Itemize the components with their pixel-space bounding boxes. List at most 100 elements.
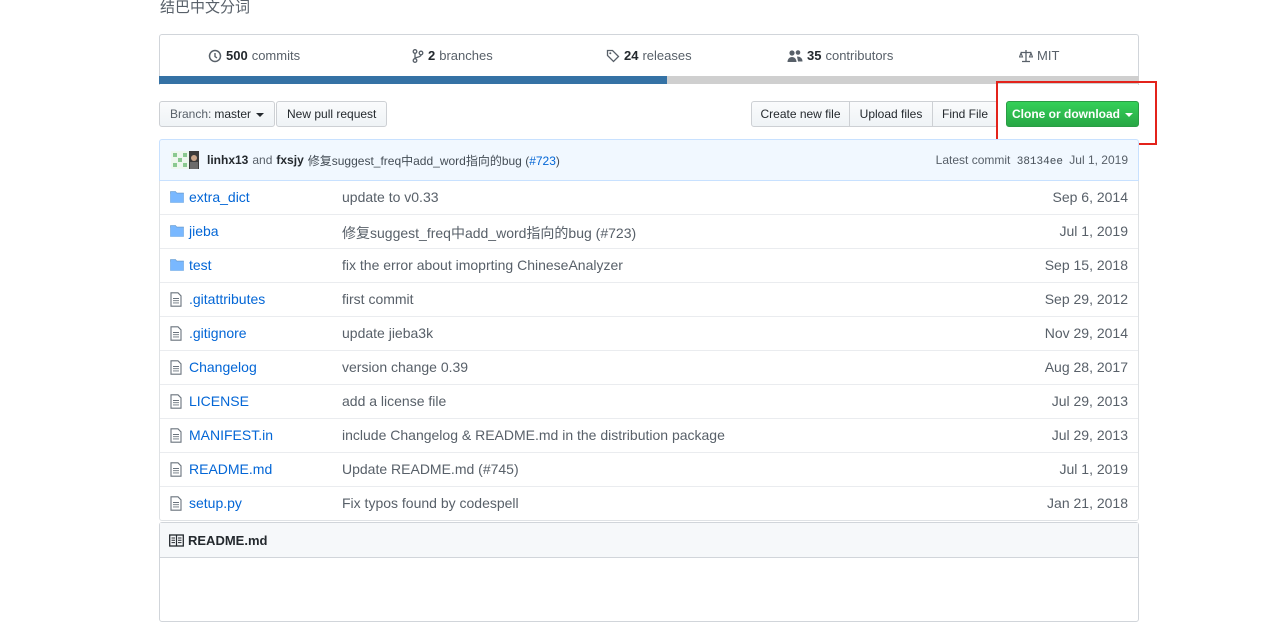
commit-coauthor-link[interactable]: fxsjy bbox=[276, 153, 303, 167]
commits-link[interactable]: 500 commits bbox=[208, 48, 300, 63]
file-row: LICENSE add a license file Jul 29, 2013 bbox=[160, 384, 1138, 418]
folder-icon bbox=[170, 190, 184, 206]
file-row: jieba 修复suggest_freq中add_word指向的bug (#723… bbox=[160, 214, 1138, 248]
file-name-link[interactable]: .gitattributes bbox=[189, 291, 265, 307]
releases-count: 24 bbox=[624, 48, 639, 63]
file-name-link[interactable]: .gitignore bbox=[189, 325, 247, 341]
license-label: MIT bbox=[1037, 48, 1060, 63]
avatar[interactable] bbox=[189, 151, 199, 169]
file-row: .gitignore update jieba3k Nov 29, 2014 bbox=[160, 316, 1138, 350]
file-age: Aug 28, 2017 bbox=[1044, 359, 1128, 375]
branch-select-button[interactable]: Branch: master bbox=[159, 101, 276, 127]
file-age: Jul 29, 2013 bbox=[1051, 427, 1128, 443]
file-commit-message-link[interactable]: version change 0.39 bbox=[342, 359, 468, 375]
commit-sha-link[interactable]: 38134ee bbox=[1017, 156, 1063, 168]
highlight-box bbox=[996, 81, 1157, 145]
branch-prefix: Branch: bbox=[170, 107, 212, 121]
file-name-link[interactable]: Changelog bbox=[189, 359, 257, 375]
avatar[interactable] bbox=[171, 151, 189, 169]
commit-message-text[interactable]: 修复suggest_freq中add_word指向的bug ( bbox=[308, 154, 529, 168]
file-commit-message-link[interactable]: Fix typos found by codespell bbox=[342, 495, 519, 511]
file-icon bbox=[170, 292, 182, 310]
language-bar-python bbox=[159, 76, 667, 84]
branch-icon bbox=[412, 48, 424, 63]
file-row: setup.py Fix typos found by codespell Jan … bbox=[160, 486, 1138, 520]
releases-link[interactable]: 24 releases bbox=[606, 48, 692, 63]
commit-message: 修复suggest_freq中add_word指向的bug (#723) bbox=[308, 152, 560, 169]
tag-icon bbox=[606, 49, 620, 62]
readme-header: README.md bbox=[160, 523, 1138, 558]
file-commit-message-link[interactable]: add a license file bbox=[342, 393, 446, 409]
file-row: .gitattributes first commit Sep 29, 2012 bbox=[160, 282, 1138, 316]
file-row: extra_dict update to v0.33 Sep 6, 2014 bbox=[160, 181, 1138, 214]
file-name-link[interactable]: MANIFEST.in bbox=[189, 427, 273, 443]
file-name-link[interactable]: setup.py bbox=[189, 495, 242, 511]
branches-count: 2 bbox=[428, 48, 436, 63]
latest-commit-info: Latest commit 38134ee Jul 1, 2019 bbox=[936, 153, 1128, 168]
chevron-down-icon bbox=[256, 112, 265, 117]
file-icon bbox=[170, 496, 182, 514]
upload-files-button[interactable]: Upload files bbox=[849, 101, 933, 127]
file-age: Jul 29, 2013 bbox=[1051, 393, 1128, 409]
file-age: Nov 29, 2014 bbox=[1044, 325, 1128, 341]
branch-name: master bbox=[214, 107, 252, 121]
commit-and-text: and bbox=[252, 153, 273, 167]
file-row: MANIFEST.in include Changelog & README.md… bbox=[160, 418, 1138, 452]
history-icon bbox=[208, 49, 222, 62]
file-icon bbox=[170, 360, 182, 378]
folder-icon bbox=[170, 258, 184, 274]
latest-commit-bar: linhx13 and fxsjy 修复suggest_freq中add_wor… bbox=[159, 139, 1139, 181]
license-link[interactable]: MIT bbox=[1019, 48, 1059, 63]
commit-message-end: ) bbox=[555, 153, 560, 168]
contributors-count: 35 bbox=[807, 48, 822, 63]
file-commit-message-link[interactable]: include Changelog & README.md in the dis… bbox=[342, 427, 725, 443]
commit-author-link[interactable]: linhx13 bbox=[207, 153, 248, 167]
latest-commit-date: Jul 1, 2019 bbox=[1069, 153, 1128, 167]
file-name-link[interactable]: test bbox=[189, 257, 212, 273]
commit-avatars bbox=[171, 151, 199, 169]
file-commit-message-link[interactable]: first commit bbox=[342, 291, 414, 307]
file-icon bbox=[170, 428, 182, 446]
commit-pr-link[interactable]: #723 bbox=[529, 154, 556, 168]
latest-commit-label: Latest commit bbox=[935, 153, 1011, 167]
file-commit-message-link[interactable]: fix the error about imoprting ChineseAna… bbox=[342, 257, 623, 273]
repo-description: 结巴中文分词 bbox=[160, 0, 251, 16]
file-commit-message-link[interactable]: update to v0.33 bbox=[342, 189, 439, 205]
law-icon bbox=[1019, 49, 1033, 62]
file-name-link[interactable]: jieba bbox=[189, 223, 219, 239]
language-bar[interactable] bbox=[159, 76, 1139, 84]
file-name-link[interactable]: extra_dict bbox=[189, 189, 250, 205]
readme-box: README.md bbox=[159, 522, 1139, 622]
file-age: Jul 1, 2019 bbox=[1059, 461, 1129, 477]
branches-label: branches bbox=[439, 48, 493, 63]
file-commit-message-link[interactable]: update jieba3k bbox=[342, 325, 433, 341]
file-icon bbox=[170, 326, 182, 344]
readme-title: README.md bbox=[188, 532, 268, 548]
file-age: Jan 21, 2018 bbox=[1047, 495, 1128, 511]
file-commit-message-link[interactable]: Update README.md (#745) bbox=[342, 461, 519, 477]
people-icon bbox=[787, 49, 803, 62]
commits-count: 500 bbox=[226, 48, 248, 63]
contributors-link[interactable]: 35 contributors bbox=[787, 48, 893, 63]
file-row: README.md Update README.md (#745) Jul 1, 2… bbox=[160, 452, 1138, 486]
file-name-link[interactable]: README.md bbox=[189, 461, 272, 477]
file-name-link[interactable]: LICENSE bbox=[189, 393, 249, 409]
file-age: Sep 6, 2014 bbox=[1052, 189, 1128, 205]
file-row: Changelog version change 0.39 Aug 28, 2017 bbox=[160, 350, 1138, 384]
create-new-file-button[interactable]: Create new file bbox=[751, 101, 850, 127]
file-icon bbox=[170, 462, 182, 480]
branches-link[interactable]: 2 branches bbox=[412, 48, 493, 63]
new-pull-request-button[interactable]: New pull request bbox=[276, 101, 388, 127]
contributors-label: contributors bbox=[825, 48, 894, 63]
folder-icon bbox=[170, 224, 184, 240]
releases-label: releases bbox=[642, 48, 692, 63]
file-list: extra_dict update to v0.33 Sep 6, 2014 jieb… bbox=[159, 181, 1139, 521]
file-row: test fix the error about imoprting Chines… bbox=[160, 248, 1138, 282]
find-file-button[interactable]: Find File bbox=[932, 101, 998, 127]
file-commit-message-link[interactable]: 修复suggest_freq中add_word指向的bug (#723) bbox=[342, 223, 636, 243]
file-icon bbox=[170, 394, 182, 412]
file-age: Jul 1, 2019 bbox=[1059, 223, 1129, 239]
commits-label: commits bbox=[251, 48, 301, 63]
file-age: Sep 29, 2012 bbox=[1044, 291, 1128, 307]
book-icon bbox=[169, 533, 184, 547]
